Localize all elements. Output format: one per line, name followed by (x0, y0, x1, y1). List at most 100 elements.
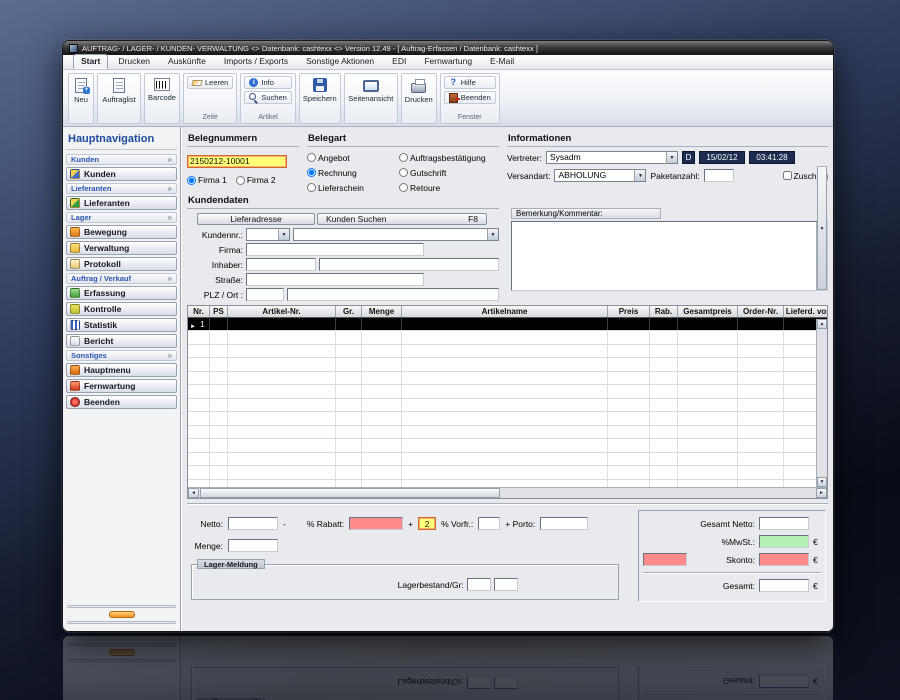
vorfr-input[interactable] (478, 517, 501, 530)
vertreter-select[interactable]: Sysadm (545, 151, 678, 164)
sidebar-header-lieferanten[interactable]: Lieferanten (66, 183, 177, 194)
sidebar-item-verwaltung[interactable]: Verwaltung (66, 241, 177, 255)
speichern-button[interactable]: Speichern (298, 73, 341, 124)
skonto-prozent-input[interactable] (643, 553, 687, 566)
paketanzahl-input[interactable] (703, 169, 734, 182)
drucken-button[interactable]: Drucken (400, 73, 437, 124)
gutschrift-radio[interactable]: Gutschrift (399, 166, 499, 179)
table-row[interactable] (188, 331, 827, 345)
firma1-radio[interactable]: Firma 1 (187, 175, 227, 185)
table-row[interactable] (188, 439, 827, 453)
firma-input[interactable] (246, 243, 424, 256)
ort-input[interactable] (287, 288, 499, 301)
selected-row[interactable]: 1 (188, 318, 827, 331)
hilfe-button[interactable]: Hilfe (443, 76, 496, 89)
plz-input[interactable] (246, 288, 284, 301)
sidebar-item-bewegung[interactable]: Bewegung (66, 225, 177, 239)
beenden-button[interactable]: Beenden (443, 91, 496, 104)
table-row[interactable] (188, 412, 827, 426)
kunden-suchen-button[interactable]: Kunden Suchen F8 (317, 213, 487, 225)
tab-email[interactable]: E-Mail (482, 54, 522, 69)
table-row[interactable] (188, 371, 827, 385)
sidebar-item-statistik[interactable]: Statistik (66, 318, 177, 332)
column-header[interactable]: Gesamtpreis (678, 306, 738, 317)
dropdown-arrow-icon[interactable] (487, 229, 498, 240)
dropdown-arrow-icon[interactable] (634, 170, 646, 181)
lieferschein-radio[interactable]: Lieferschein (307, 181, 399, 194)
sidebar-item-kontrolle[interactable]: Kontrolle (66, 302, 177, 316)
auftragsbestaetigung-radio[interactable]: Auftragsbestätigung (399, 151, 499, 164)
rechnung-radio[interactable]: Rechnung (307, 166, 399, 179)
tab-fernwartung[interactable]: Fernwartung (416, 54, 480, 69)
scroll-down-icon[interactable] (817, 166, 827, 290)
sidebar-item-hauptmenu[interactable]: Hauptmenu (66, 363, 177, 377)
tab-edi[interactable]: EDI (384, 54, 414, 69)
strasse-input[interactable] (246, 273, 424, 286)
table-row[interactable] (188, 358, 827, 372)
table-row[interactable] (188, 425, 827, 439)
table-vertical-scrollbar[interactable] (816, 319, 827, 487)
seitenansicht-button[interactable]: Seitenansicht (343, 73, 398, 124)
table-row[interactable] (188, 452, 827, 466)
angebot-radio[interactable]: Angebot (307, 151, 399, 164)
bemerkung-scrollbar[interactable] (816, 166, 827, 290)
sidebar-item-kunden[interactable]: Kunden (66, 167, 177, 181)
sidebar-header-kunden[interactable]: Kunden (66, 154, 177, 165)
kundennr-select[interactable] (246, 228, 290, 241)
date-format-button[interactable]: D (681, 151, 695, 164)
column-header[interactable]: Preis (608, 306, 650, 317)
column-header[interactable]: Rab. (650, 306, 678, 317)
auftraglist-button[interactable]: Auftraglist (97, 73, 141, 124)
lieferadresse-button[interactable]: Lieferadresse (197, 213, 315, 225)
sidebar-item-lieferanten[interactable]: Lieferanten (66, 196, 177, 210)
scroll-right-icon[interactable] (816, 488, 827, 498)
sidebar-overflow-indicator[interactable] (109, 611, 135, 618)
kunden-name-select[interactable] (293, 228, 499, 241)
bemerkung-textarea[interactable] (511, 166, 828, 291)
vorfr-prozent-input[interactable] (418, 517, 437, 530)
sidebar-header-sonstiges[interactable]: Sonstiges (66, 350, 177, 361)
table-row[interactable] (188, 398, 827, 412)
table-horizontal-scrollbar[interactable] (188, 487, 827, 498)
leeren-button[interactable]: Leeren (187, 76, 234, 89)
retoure-radio[interactable]: Retoure (399, 181, 499, 194)
neu-button[interactable]: Neu (68, 73, 94, 124)
belegnummer-input[interactable] (187, 154, 287, 168)
netto-input[interactable] (228, 517, 278, 530)
title-bar[interactable]: AUFTRAG- / LAGER- / KUNDEN- VERWALTUNG <… (63, 41, 833, 55)
barcode-button[interactable]: Barcode (144, 73, 180, 124)
gesamt-netto-input[interactable] (759, 517, 809, 530)
sidebar-item-beenden[interactable]: Beenden (66, 395, 177, 409)
tab-drucken[interactable]: Drucken (110, 54, 158, 69)
column-header[interactable]: Artikelname (402, 306, 608, 317)
info-button[interactable]: Info (244, 76, 292, 89)
sidebar-item-bericht[interactable]: Bericht (66, 334, 177, 348)
lagerbestand-input[interactable] (466, 578, 491, 591)
sidebar-header-lager[interactable]: Lager (66, 212, 177, 223)
scroll-down-icon[interactable] (817, 477, 827, 487)
table-row[interactable] (188, 344, 827, 358)
column-header[interactable]: Nr. (188, 306, 210, 317)
table-row[interactable] (188, 466, 827, 480)
scroll-left-icon[interactable] (188, 488, 199, 498)
suchen-button[interactable]: Suchen (244, 91, 292, 104)
sidebar-item-protokoll[interactable]: Protokoll (66, 257, 177, 271)
menge-input[interactable] (228, 539, 278, 552)
dropdown-arrow-icon[interactable] (278, 229, 289, 240)
scrollbar-thumb[interactable] (200, 488, 500, 498)
versandart-select[interactable]: ABHOLUNG (554, 169, 647, 182)
tab-start[interactable]: Start (73, 54, 109, 69)
column-header[interactable]: Menge (362, 306, 402, 317)
column-header[interactable]: PS (210, 306, 228, 317)
scroll-up-icon[interactable] (817, 319, 827, 329)
porto-input[interactable] (540, 517, 589, 530)
column-header[interactable]: Artikel-Nr. (228, 306, 336, 317)
column-header[interactable]: Lieferd. von (784, 306, 827, 317)
tab-sonstige-aktionen[interactable]: Sonstige Aktionen (298, 54, 382, 69)
rabatt-input[interactable] (349, 517, 404, 530)
column-header[interactable]: Gr. (336, 306, 362, 317)
tab-imports-exports[interactable]: Imports / Exports (216, 54, 296, 69)
lagerbestand-gr-input[interactable] (493, 578, 518, 591)
gesamt-input[interactable] (759, 579, 809, 592)
column-header[interactable]: Order-Nr. (738, 306, 784, 317)
